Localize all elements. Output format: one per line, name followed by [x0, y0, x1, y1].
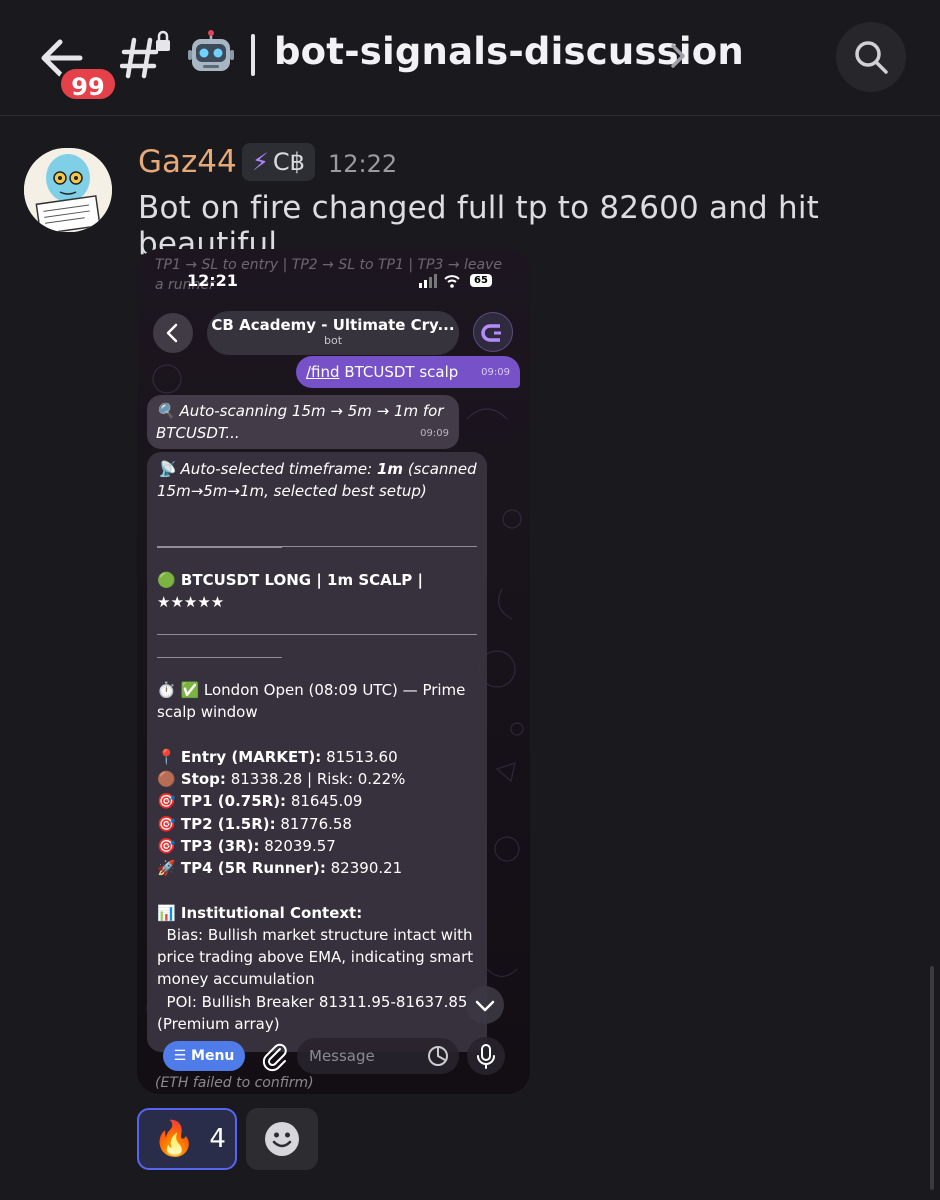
microphone-button[interactable]: [467, 1037, 505, 1075]
sticker-icon[interactable]: [427, 1045, 449, 1071]
incoming-message: 🔍 Auto-scanning 15m → 5m → 1m for BTCUSD…: [147, 395, 459, 449]
bot-menu-button[interactable]: ☰ Menu: [163, 1041, 245, 1071]
separator-line: [157, 503, 477, 548]
username[interactable]: Gaz44: [138, 144, 237, 180]
signal-title: 🟢 BTCUSDT LONG | 1m SCALP | ★★★★★: [157, 570, 423, 611]
bias-text: Bias: Bullish market structure intact wi…: [157, 925, 478, 989]
locked-text-channel-icon: [119, 30, 176, 82]
channel-header: 99 bot-signals-discussion: [0, 0, 940, 116]
separator-line: [157, 613, 477, 659]
outgoing-time: 09:09: [481, 367, 510, 378]
bot-avatar[interactable]: [473, 312, 513, 352]
partial-message-text: (ETH failed to confirm): [155, 1075, 314, 1091]
session-line: ⏱️ ✅ London Open (08:09 UTC) — Prime sca…: [157, 681, 466, 722]
stop-line: 🟤 Stop: 81338.28 | Risk: 0.22%: [157, 770, 406, 789]
reaction-count: 4: [209, 1124, 226, 1154]
robot-emoji-icon: [188, 30, 234, 76]
search-button[interactable]: [836, 22, 906, 92]
title-divider: [251, 34, 255, 76]
entry-line: 📍 Entry (MARKET): 81513.60: [157, 747, 398, 766]
chat-title: CB Academy - Ultimate Cry...: [211, 316, 455, 334]
chevron-left-icon: [166, 323, 178, 343]
fire-reaction[interactable]: 🔥 4: [137, 1108, 237, 1170]
incoming-time: 09:09: [420, 428, 449, 439]
smiley-icon: [265, 1122, 299, 1156]
avatar[interactable]: [24, 148, 112, 232]
fire-icon: 🔥: [153, 1119, 196, 1159]
attach-button[interactable]: [256, 1037, 294, 1075]
signal-message: 📡 Auto-selected timeframe: 1m (scanned 1…: [147, 452, 487, 1052]
chat-back-button[interactable]: [153, 313, 193, 353]
add-reaction-button[interactable]: [246, 1108, 318, 1170]
timeframe-line: 📡 Auto-selected timeframe: 1m (scanned 1…: [157, 460, 477, 501]
lightning-icon: ⚡: [252, 148, 269, 176]
signal-wifi-icon: [419, 273, 463, 292]
scan-text: 🔍 Auto-scanning 15m → 5m → 1m for BTCUSD…: [156, 402, 444, 442]
cb-logo-icon: [481, 324, 501, 342]
battery-icon: 65: [470, 274, 492, 287]
tp1-line: 🎯 TP1 (0.75R): 81645.09: [157, 792, 363, 811]
scroll-down-button[interactable]: [466, 986, 504, 1024]
menu-icon: ☰: [173, 1048, 192, 1064]
search-icon: [855, 41, 888, 74]
status-bar-time: 12:21: [187, 271, 238, 290]
chat-subtitle: bot: [323, 334, 343, 347]
chevron-right-icon[interactable]: [668, 42, 688, 70]
outgoing-text: BTCUSDT scalp: [344, 363, 459, 381]
chat-title-pill[interactable]: CB Academy - Ultimate Cry... bot: [207, 311, 459, 355]
outgoing-message: /find BTCUSDT scalp 09:09: [296, 356, 520, 388]
role-tag-label: C฿: [272, 148, 305, 176]
poi-text: POI: Bullish Breaker 81311.95-81637.85 (…: [157, 992, 468, 1034]
message-timestamp: 12:22: [328, 150, 398, 178]
paperclip-icon: [262, 1043, 287, 1072]
role-tag[interactable]: ⚡ C฿: [242, 143, 315, 181]
tp3-line: 🎯 TP3 (3R): 82039.57: [157, 836, 336, 855]
command-link[interactable]: /find: [306, 363, 340, 381]
unread-badge: 99: [58, 66, 118, 102]
chevron-down-icon: [475, 1000, 495, 1012]
microphone-icon: [477, 1044, 495, 1069]
tp4-line: 🚀 TP4 (5R Runner): 82390.21: [157, 859, 403, 878]
attached-image[interactable]: TP1 → SL to entry | TP2 → SL to TP1 | TP…: [137, 249, 530, 1094]
tp2-line: 🎯 TP2 (1.5R): 81776.58: [157, 814, 352, 833]
context-heading: 📊 Institutional Context:: [157, 903, 363, 922]
scrollbar[interactable]: [930, 966, 934, 1190]
